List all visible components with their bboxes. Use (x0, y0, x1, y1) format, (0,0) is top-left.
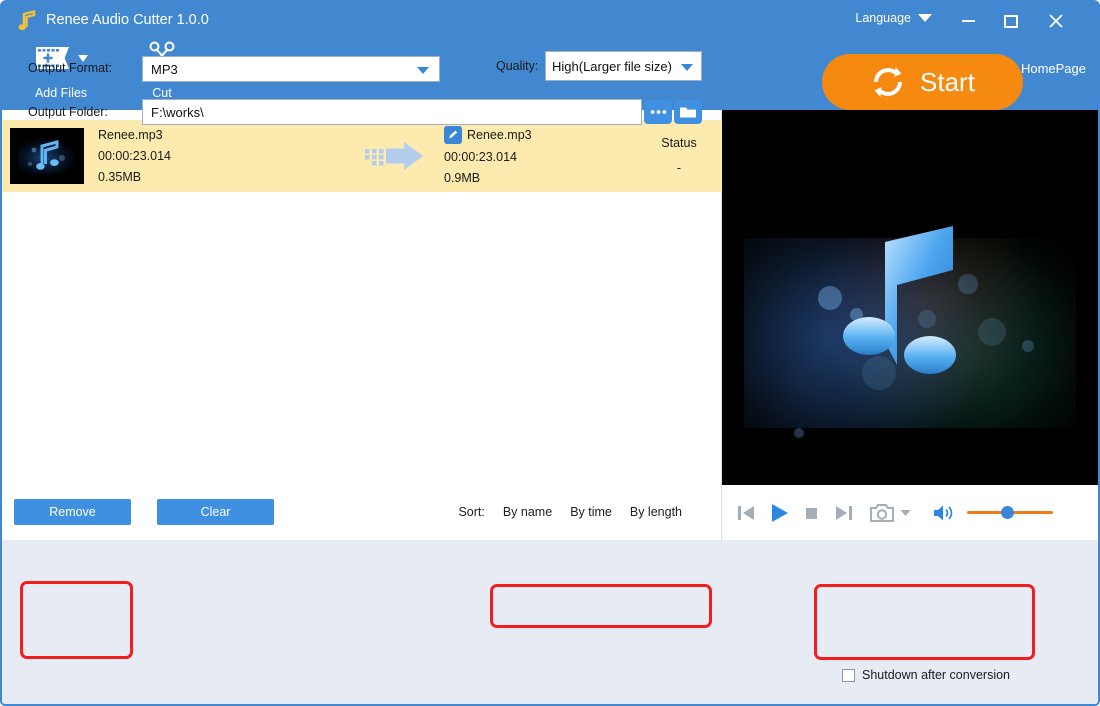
remove-button[interactable]: Remove (14, 499, 131, 525)
output-folder-input[interactable]: F:\works\ (142, 99, 642, 125)
source-file-name: Renee.mp3 (98, 127, 163, 142)
destination-size: 0.9MB (444, 171, 481, 185)
file-list-actions: Remove Clear Sort: By name By time By le… (2, 484, 722, 540)
quality-highlight (490, 584, 712, 628)
start-highlight (814, 584, 1035, 660)
file-thumbnail (10, 128, 84, 184)
destination-file-name: Renee.mp3 (467, 127, 532, 142)
status-column: Status - (624, 136, 734, 176)
sort-by-time[interactable]: By time (570, 505, 612, 519)
skip-next-icon (836, 505, 852, 520)
quality-select[interactable]: High(Larger file size) (545, 51, 702, 81)
chevron-down-icon (681, 64, 693, 71)
output-folder-label: Output Folder: (28, 105, 108, 119)
sort-controls: Sort: By name By time By length (458, 505, 682, 519)
output-format-select[interactable]: MP3 (142, 56, 440, 82)
video-preview-area[interactable] (722, 110, 1098, 485)
shutdown-checkbox[interactable] (842, 668, 855, 682)
maximize-icon (1004, 14, 1018, 28)
ellipsis-icon (650, 110, 666, 114)
homepage-label: HomePage (1020, 60, 1086, 76)
conversion-arrow (348, 140, 444, 172)
source-file-info: Renee.mp3 00:00:23.014 0.35MB (98, 128, 348, 185)
quality-label: Quality: (496, 59, 539, 73)
file-list-panel: Renee.mp3 00:00:23.014 0.35MB Renee.mp3 … (0, 110, 722, 540)
sort-by-length[interactable]: By length (630, 505, 682, 519)
destination-file-info: Renee.mp3 00:00:23.014 0.9MB (444, 126, 624, 186)
source-size: 0.35MB (98, 169, 142, 184)
maximize-button[interactable] (997, 9, 1025, 33)
language-selector[interactable]: Language (855, 11, 932, 25)
output-format-label: Output Format: (28, 61, 113, 75)
chevron-down-icon (417, 67, 429, 74)
sort-by-name[interactable]: By name (503, 505, 552, 519)
refresh-circle-icon (874, 67, 903, 97)
music-note-artwork-icon (843, 226, 956, 374)
arrow-right-icon (365, 142, 423, 170)
skip-previous-icon (738, 505, 754, 520)
play-icon (772, 503, 788, 522)
status-header: Status (661, 136, 697, 150)
snapshot-dropdown-button[interactable] (900, 509, 911, 517)
file-list-row[interactable]: Renee.mp3 00:00:23.014 0.35MB Renee.mp3 … (2, 120, 722, 192)
app-title: Renee Audio Cutter 1.0.0 (46, 12, 209, 28)
close-icon (1049, 14, 1063, 28)
output-labels-highlight (20, 581, 133, 659)
source-duration: 00:00:23.014 (98, 148, 171, 163)
camera-icon (870, 503, 894, 522)
volume-icon (934, 505, 953, 520)
edit-pencil-icon[interactable] (444, 126, 462, 144)
shutdown-after-conversion-row[interactable]: Shutdown after conversion (842, 668, 1010, 682)
snapshot-button[interactable] (870, 503, 896, 523)
preview-panel (722, 110, 1100, 540)
destination-duration: 00:00:23.014 (444, 150, 517, 164)
destination-name-row: Renee.mp3 (444, 126, 624, 144)
output-folder-value: F:\works\ (151, 104, 204, 120)
volume-button[interactable] (933, 504, 955, 522)
clear-button[interactable]: Clear (157, 499, 274, 525)
minimize-button[interactable] (954, 9, 982, 33)
folder-icon (680, 107, 696, 118)
browse-folder-button[interactable] (644, 100, 672, 124)
app-logo-icon (18, 9, 36, 31)
status-value: - (676, 161, 682, 175)
music-note-thumbnail-icon (28, 140, 65, 170)
start-button[interactable]: Start (822, 54, 1023, 110)
sort-label: Sort: (458, 505, 485, 519)
volume-slider[interactable] (967, 506, 1053, 519)
chevron-down-icon (918, 14, 932, 22)
start-button-label: Start (920, 66, 975, 97)
close-button[interactable] (1042, 9, 1070, 33)
output-format-value: MP3 (151, 61, 178, 77)
quality-value: High(Larger file size) (552, 58, 672, 74)
app-window: Renee Audio Cutter 1.0.0 Language Add Fi… (0, 0, 1100, 706)
open-folder-button[interactable] (674, 100, 702, 124)
cut-label: Cut (152, 86, 172, 100)
player-controls (722, 485, 1098, 540)
previous-button[interactable] (736, 503, 756, 523)
shutdown-label: Shutdown after conversion (862, 668, 1011, 682)
volume-slider-thumb[interactable] (1001, 506, 1014, 519)
play-button[interactable] (768, 502, 790, 524)
add-files-label: Add Files (34, 86, 88, 100)
chevron-down-icon (900, 509, 911, 516)
minimize-icon (961, 20, 975, 22)
language-label: Language (855, 11, 911, 25)
stop-icon (806, 507, 817, 519)
next-button[interactable] (834, 503, 854, 523)
stop-button[interactable] (804, 505, 820, 521)
pencil-glyph-icon (449, 130, 458, 139)
